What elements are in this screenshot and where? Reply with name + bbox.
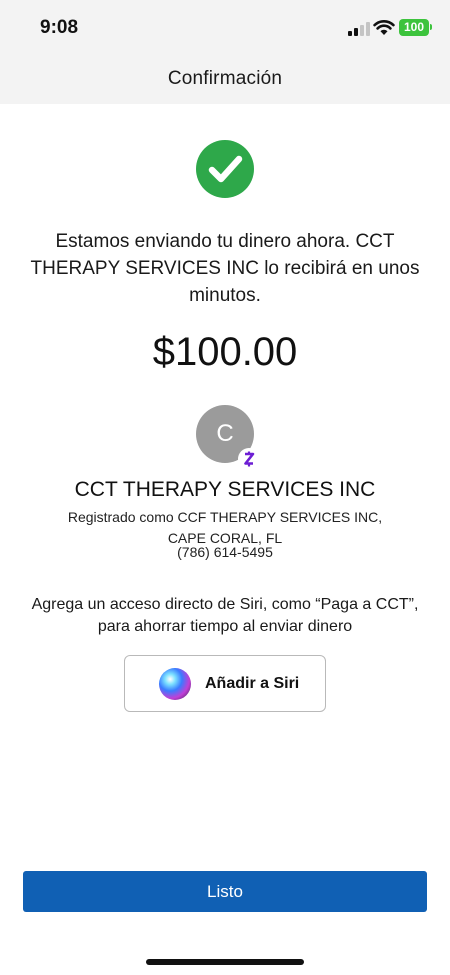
page-title: Confirmación	[167, 68, 283, 89]
cellular-signal-icon	[348, 22, 370, 36]
battery-icon: 100	[399, 19, 429, 36]
recipient-name: CCT THERAPY SERVICES INC	[74, 478, 376, 501]
siri-prompt: Agrega un acceso directo de Siri, como “…	[31, 596, 419, 635]
add-to-siri-button[interactable]: Añadir a Siri	[124, 655, 326, 712]
siri-icon	[159, 668, 191, 700]
battery-tip	[430, 24, 432, 30]
amount-value: $100.00	[152, 330, 298, 374]
top-bar: 9:08 100 Confirmación	[0, 0, 450, 104]
recipient-phone: (786) 614-5495	[177, 544, 273, 560]
home-indicator[interactable]	[146, 959, 304, 965]
wifi-icon	[373, 19, 395, 36]
registered-as-text: Registrado como CCF THERAPY SERVICES INC…	[67, 509, 383, 546]
add-to-siri-label: Añadir a Siri	[205, 675, 300, 692]
zelle-badge-icon	[238, 448, 260, 470]
done-button[interactable]: Listo	[23, 871, 427, 912]
status-time: 9:08	[40, 17, 79, 38]
confirmation-message: Estamos enviando tu dinero ahora. CCT TH…	[30, 231, 420, 306]
checkmark-icon	[196, 140, 254, 198]
